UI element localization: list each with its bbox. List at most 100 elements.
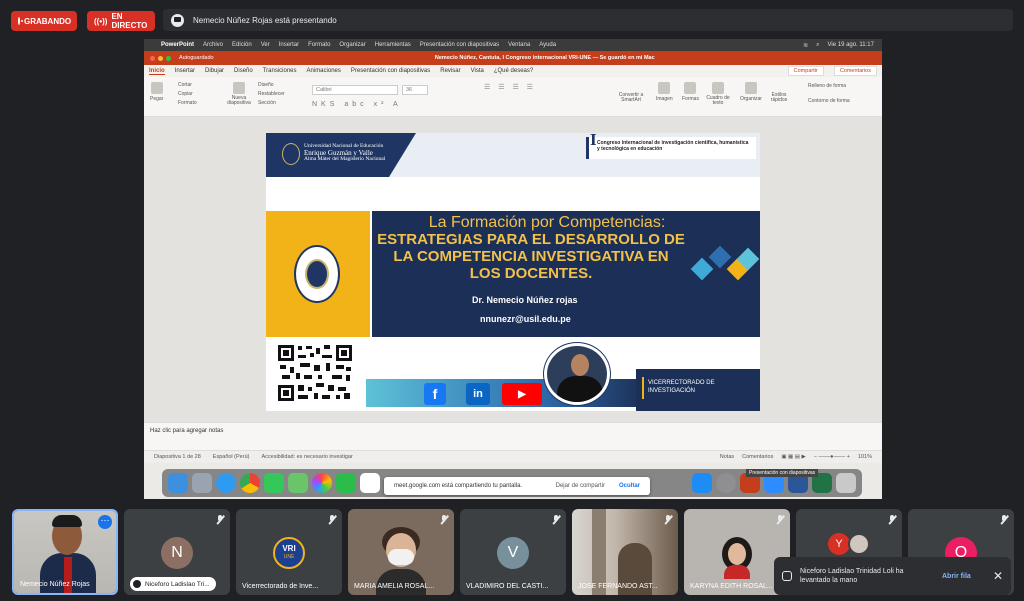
- mic-off-icon: [328, 515, 336, 525]
- presenting-text: Nemecio Núñez Rojas está presentando: [193, 15, 337, 25]
- settings-icon[interactable]: [716, 473, 736, 493]
- participant-tile[interactable]: VRI UNE Vicerrectorado de Inve...: [236, 509, 342, 595]
- tab-inicio[interactable]: Inicio: [149, 68, 165, 75]
- menu-item[interactable]: Formato: [308, 42, 330, 48]
- notes-pane[interactable]: Haz clic para agregar notas: [144, 422, 882, 450]
- safari-icon[interactable]: [216, 473, 236, 493]
- zoom-window-icon[interactable]: [166, 55, 171, 61]
- menu-item[interactable]: Presentación con diapositivas: [420, 42, 499, 48]
- live-badge[interactable]: ((•)) EN DIRECTO: [87, 11, 155, 31]
- search-icon[interactable]: ⌕: [816, 42, 819, 49]
- participant-tile[interactable]: MARIA AMELIA ROSAL...: [348, 509, 454, 595]
- notes-toggle[interactable]: Notas: [720, 454, 734, 460]
- zoom-level[interactable]: 101%: [858, 454, 872, 460]
- calendar-icon[interactable]: [360, 473, 380, 493]
- new-slide-button[interactable]: Nueva diapositiva: [224, 82, 254, 106]
- copy-button[interactable]: Copiar: [178, 91, 197, 97]
- section-button[interactable]: Sección: [258, 100, 285, 106]
- minimize-window-icon[interactable]: [158, 55, 163, 61]
- slide-canvas[interactable]: Universidad Nacional de Educación Enriqu…: [144, 117, 882, 422]
- menu-item[interactable]: Ventana: [508, 42, 530, 48]
- image-button[interactable]: Imagen: [656, 82, 673, 102]
- slide-header: Universidad Nacional de Educación Enriqu…: [266, 133, 760, 177]
- menu-app-name[interactable]: PowerPoint: [161, 42, 194, 48]
- author-head: [571, 354, 589, 376]
- screen-share-bar: meet.google.com está compartiendo tu pan…: [384, 477, 650, 495]
- wifi-icon[interactable]: ≋: [803, 42, 808, 49]
- document-title: Nemecio Núñez, Cantuta, I Congreso inter…: [434, 55, 655, 61]
- cut-button[interactable]: Cortar: [178, 82, 197, 88]
- more-options-button[interactable]: ⋯: [98, 515, 112, 529]
- finder-icon[interactable]: [168, 473, 188, 493]
- messages-icon[interactable]: [264, 473, 284, 493]
- trash-icon[interactable]: [836, 473, 856, 493]
- participant-tile[interactable]: N Niceforo Ladislao Tri...: [124, 509, 230, 595]
- comments-toggle[interactable]: Comentarios: [742, 454, 773, 460]
- mic-off-icon: [888, 515, 896, 525]
- language-status[interactable]: Español (Perú): [213, 454, 250, 460]
- facetime-icon[interactable]: [336, 473, 356, 493]
- menu-item[interactable]: Herramientas: [375, 42, 411, 48]
- tab-animaciones[interactable]: Animaciones: [307, 68, 341, 74]
- zoom-slider[interactable]: − ───●─── +: [814, 454, 850, 460]
- arrange-button[interactable]: Organizar: [740, 82, 762, 102]
- hide-button[interactable]: Ocultar: [619, 483, 640, 489]
- shape-fill-button[interactable]: Relleno de forma: [808, 83, 850, 89]
- participant-tile[interactable]: JOSE FERNANDO AST...: [572, 509, 678, 595]
- tell-me-field[interactable]: ¿Qué deseas?: [494, 68, 533, 74]
- stop-sharing-button[interactable]: Dejar de compartir: [556, 483, 605, 489]
- tab-insertar[interactable]: Insertar: [175, 68, 195, 74]
- tab-vista[interactable]: Vista: [471, 68, 484, 74]
- window-controls[interactable]: [150, 55, 171, 61]
- tab-diseno[interactable]: Diseño: [234, 68, 253, 74]
- paste-button[interactable]: Pegar: [150, 82, 163, 102]
- comments-button[interactable]: Comentarios: [833, 66, 877, 76]
- font-size-select[interactable]: 36: [402, 85, 428, 95]
- shape-format-group: Relleno de forma Contorno de forma: [808, 83, 850, 104]
- slide[interactable]: Universidad Nacional de Educación Enriqu…: [266, 133, 760, 411]
- mac-clock[interactable]: Vie 19 ago. 11:17: [828, 42, 875, 48]
- reset-button[interactable]: Restablecer: [258, 91, 285, 97]
- tab-presentacion[interactable]: Presentación con diapositivas: [351, 68, 430, 74]
- maps-icon[interactable]: [288, 473, 308, 493]
- tab-dibujar[interactable]: Dibujar: [205, 68, 224, 74]
- shapes-button[interactable]: Formas: [682, 82, 699, 102]
- menu-item[interactable]: Organizar: [339, 42, 365, 48]
- format-painter-button[interactable]: Formato: [178, 100, 197, 106]
- photos-icon[interactable]: [312, 473, 332, 493]
- menu-item[interactable]: Ayuda: [539, 42, 556, 48]
- chrome-icon[interactable]: [240, 473, 260, 493]
- shape-outline-button[interactable]: Contorno de forma: [808, 98, 850, 104]
- tab-transiciones[interactable]: Transiciones: [263, 68, 297, 74]
- accessibility-status[interactable]: Accesibilidad: es necesario investigar: [261, 454, 352, 460]
- menu-item[interactable]: Archivo: [203, 42, 223, 48]
- recording-badge[interactable]: GRABANDO: [11, 11, 77, 31]
- font-format-buttons[interactable]: NKS abc x² A: [312, 101, 402, 108]
- layout-button[interactable]: Diseño: [258, 82, 285, 88]
- video-body: [376, 569, 426, 595]
- menu-item[interactable]: Insertar: [279, 42, 299, 48]
- participant-tile-self[interactable]: ⋯ Nemecio Núñez Rojas: [12, 509, 118, 595]
- close-icon[interactable]: ✕: [993, 569, 1003, 583]
- close-window-icon[interactable]: [150, 55, 155, 61]
- menu-item[interactable]: Ver: [261, 42, 270, 48]
- hand-raised-pill: Niceforo Ladislao Tri...: [130, 577, 216, 591]
- open-queue-button[interactable]: Abrir fila: [942, 573, 971, 580]
- autosave-label[interactable]: Autoguardado: [179, 55, 214, 61]
- toast-text: Niceforo Ladislao Trinidad Loli ha levan…: [800, 568, 904, 584]
- tooltip: Presentación con diapositivas: [746, 469, 819, 477]
- tab-revisar[interactable]: Revisar: [440, 68, 460, 74]
- font-name-select[interactable]: Calibri: [312, 85, 398, 95]
- participant-tile[interactable]: V VLADIMIRO DEL CASTI...: [460, 509, 566, 595]
- paragraph-buttons[interactable]: ☰ ☰ ☰ ☰: [484, 83, 536, 91]
- menu-item[interactable]: Edición: [232, 42, 252, 48]
- shapes-icon: [684, 82, 697, 94]
- launchpad-icon[interactable]: [192, 473, 212, 493]
- quick-styles-button[interactable]: Estilos rápidos: [768, 93, 790, 103]
- view-buttons[interactable]: ▣ ▦ ▤ ▶: [781, 454, 805, 460]
- slide-email: nnunezr@usil.edu.pe: [480, 314, 571, 324]
- share-button[interactable]: Compartir: [787, 66, 824, 76]
- convert-smartart-button[interactable]: Convertir a SmartArt: [614, 93, 648, 103]
- app-store-icon[interactable]: [692, 473, 712, 493]
- textbox-button[interactable]: Cuadro de texto: [706, 82, 730, 106]
